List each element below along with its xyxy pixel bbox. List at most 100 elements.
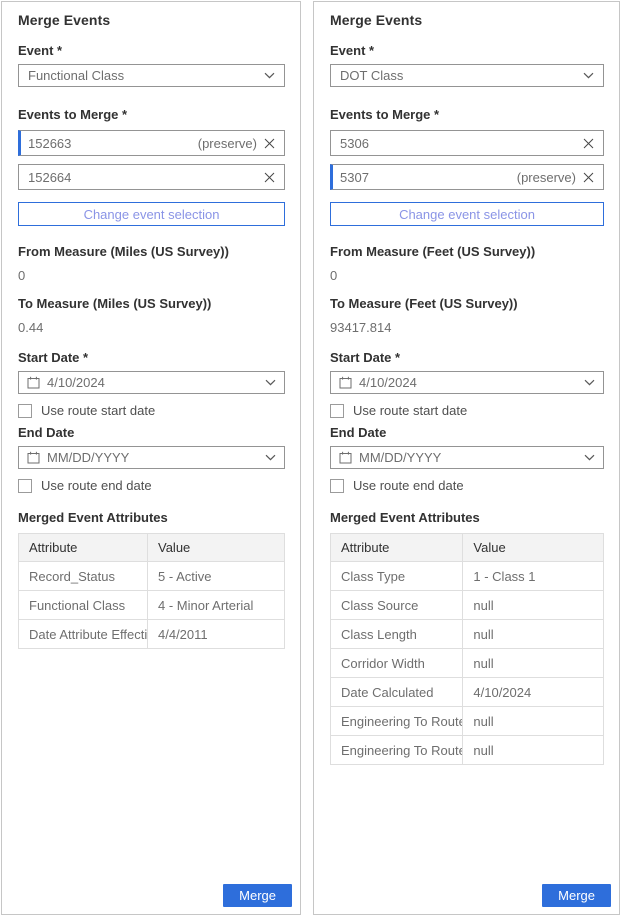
to-measure-value: 93417.814 (330, 320, 604, 335)
value-cell: 4/10/2024 (463, 678, 604, 707)
change-event-selection-button[interactable]: Change event selection (330, 202, 604, 226)
table-row: Class Length null (331, 620, 604, 649)
use-route-end-date-checkbox[interactable] (18, 479, 32, 493)
merge-events-panel-left: Merge Events Event * Functional Class Ev… (1, 1, 301, 915)
start-date-value: 4/10/2024 (47, 375, 259, 390)
attribute-cell: Corridor Width (331, 649, 463, 678)
event-select[interactable]: Functional Class (18, 64, 285, 87)
end-date-value: MM/DD/YYYY (47, 450, 259, 465)
from-measure-label: From Measure (Feet (US Survey)) (330, 244, 604, 259)
end-date-picker[interactable]: MM/DD/YYYY (18, 446, 285, 469)
column-header-value: Value (463, 534, 604, 562)
attribute-cell: Class Length (331, 620, 463, 649)
start-date-picker[interactable]: 4/10/2024 (18, 371, 285, 394)
column-header-attribute: Attribute (19, 534, 148, 562)
events-to-merge-label: Events to Merge * (18, 107, 285, 122)
end-date-picker[interactable]: MM/DD/YYYY (330, 446, 604, 469)
value-cell: null (463, 620, 604, 649)
end-date-label: End Date (330, 425, 604, 440)
chevron-down-icon (265, 454, 276, 461)
event-to-merge-input[interactable]: 152663 (preserve) (18, 130, 285, 156)
from-measure-value: 0 (18, 268, 285, 283)
table-row: Corridor Width null (331, 649, 604, 678)
calendar-icon (27, 451, 40, 464)
end-date-value: MM/DD/YYYY (359, 450, 578, 465)
to-measure-value: 0.44 (18, 320, 285, 335)
event-select[interactable]: DOT Class (330, 64, 604, 87)
chevron-down-icon (584, 379, 595, 386)
event-to-merge-input[interactable]: 5307 (preserve) (330, 164, 604, 190)
from-measure-value: 0 (330, 268, 604, 283)
value-cell: null (463, 707, 604, 736)
table-header-row: Attribute Value (19, 534, 285, 562)
event-to-merge-input[interactable]: 5306 (330, 130, 604, 156)
start-date-value: 4/10/2024 (359, 375, 578, 390)
use-route-end-date-label: Use route end date (353, 478, 464, 493)
calendar-icon (339, 451, 352, 464)
merged-event-attributes-table: Attribute Value Record_Status 5 - Active… (18, 533, 285, 649)
merged-event-attributes-table: Attribute Value Class Type 1 - Class 1 C… (330, 533, 604, 765)
value-cell: 1 - Class 1 (463, 562, 604, 591)
change-event-selection-button[interactable]: Change event selection (18, 202, 285, 226)
event-select-value: Functional Class (28, 68, 258, 83)
event-label: Event * (18, 43, 285, 58)
use-route-end-date-row: Use route end date (330, 478, 604, 493)
merged-event-attributes-title: Merged Event Attributes (18, 510, 285, 525)
page-title: Merge Events (18, 12, 285, 28)
table-row: Record_Status 5 - Active (19, 562, 285, 591)
table-row: Date Attribute Effective 4/4/2011 (19, 620, 285, 649)
event-to-merge-input[interactable]: 152664 (18, 164, 285, 190)
column-header-attribute: Attribute (331, 534, 463, 562)
value-cell: 4/4/2011 (148, 620, 285, 649)
end-date-label: End Date (18, 425, 285, 440)
column-header-value: Value (148, 534, 285, 562)
use-route-start-date-checkbox[interactable] (330, 404, 344, 418)
use-route-start-date-checkbox[interactable] (18, 404, 32, 418)
attribute-cell: Class Type (331, 562, 463, 591)
use-route-end-date-checkbox[interactable] (330, 479, 344, 493)
close-icon[interactable] (583, 138, 594, 149)
use-route-end-date-row: Use route end date (18, 478, 285, 493)
use-route-start-date-row: Use route start date (330, 403, 604, 418)
events-to-merge-label: Events to Merge * (330, 107, 604, 122)
table-row: Engineering To RouteID null (331, 707, 604, 736)
chevron-down-icon (583, 72, 594, 79)
table-row: Class Source null (331, 591, 604, 620)
value-cell: null (463, 649, 604, 678)
preserve-tag: (preserve) (198, 136, 257, 151)
attribute-cell: Engineering To Route ... (331, 736, 463, 765)
start-date-picker[interactable]: 4/10/2024 (330, 371, 604, 394)
use-route-start-date-row: Use route start date (18, 403, 285, 418)
calendar-icon (27, 376, 40, 389)
close-icon[interactable] (264, 172, 275, 183)
page-title: Merge Events (330, 12, 604, 28)
use-route-end-date-label: Use route end date (41, 478, 152, 493)
merge-button[interactable]: Merge (223, 884, 292, 907)
table-row: Date Calculated 4/10/2024 (331, 678, 604, 707)
attribute-cell: Class Source (331, 591, 463, 620)
close-icon[interactable] (264, 138, 275, 149)
value-cell: 5 - Active (148, 562, 285, 591)
value-cell: null (463, 591, 604, 620)
table-row: Functional Class 4 - Minor Arterial (19, 591, 285, 620)
value-cell: null (463, 736, 604, 765)
start-date-label: Start Date * (330, 350, 604, 365)
chevron-down-icon (264, 72, 275, 79)
attribute-cell: Functional Class (19, 591, 148, 620)
value-cell: 4 - Minor Arterial (148, 591, 285, 620)
table-header-row: Attribute Value (331, 534, 604, 562)
close-icon[interactable] (583, 172, 594, 183)
start-date-label: Start Date * (18, 350, 285, 365)
merge-events-panel-right: Merge Events Event * DOT Class Events to… (313, 1, 620, 915)
chevron-down-icon (265, 379, 276, 386)
from-measure-label: From Measure (Miles (US Survey)) (18, 244, 285, 259)
to-measure-label: To Measure (Feet (US Survey)) (330, 296, 604, 311)
attribute-cell: Date Calculated (331, 678, 463, 707)
attribute-cell: Engineering To RouteID (331, 707, 463, 736)
event-id-value: 5306 (340, 136, 576, 151)
event-id-value: 152663 (28, 136, 198, 151)
use-route-start-date-label: Use route start date (41, 403, 155, 418)
merge-button[interactable]: Merge (542, 884, 611, 907)
chevron-down-icon (584, 454, 595, 461)
event-id-value: 152664 (28, 170, 257, 185)
